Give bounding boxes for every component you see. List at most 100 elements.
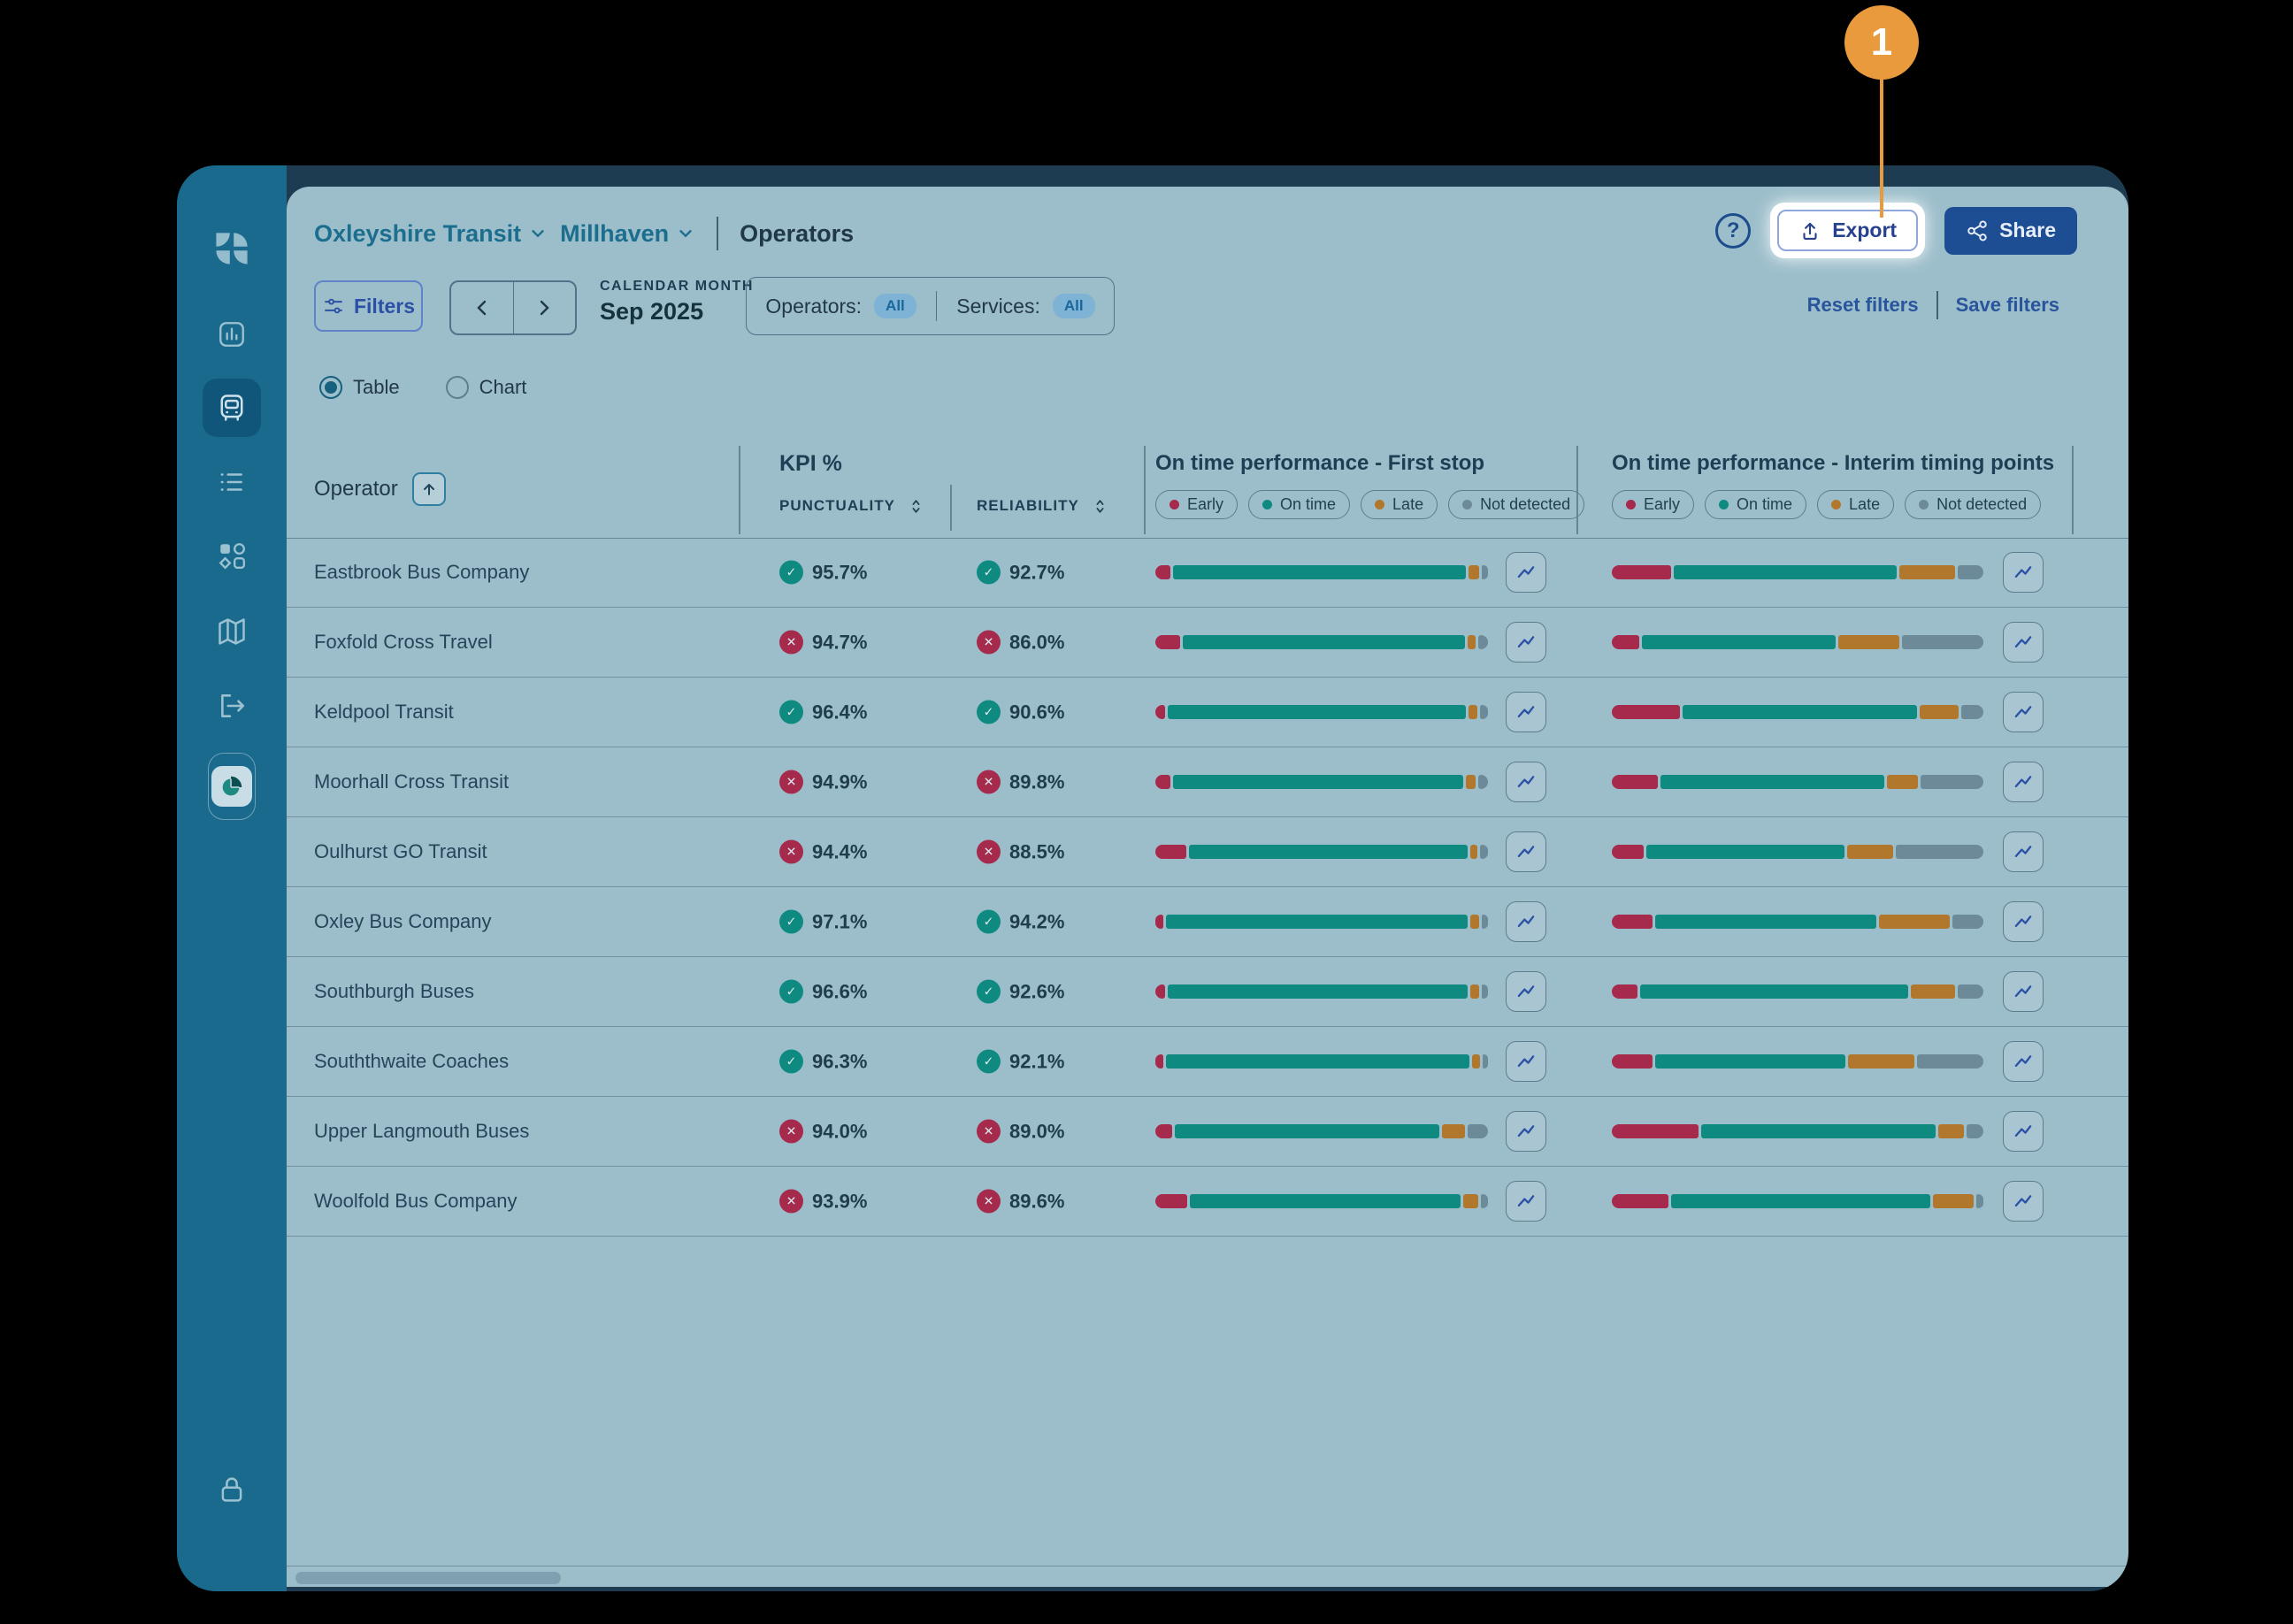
horizontal-scrollbar xyxy=(287,1566,2128,1588)
first-stop-trend-button[interactable] xyxy=(1506,1111,1546,1152)
operator-name: Keldpool Transit xyxy=(314,701,454,724)
horizontal-scrollbar-thumb[interactable] xyxy=(295,1572,561,1584)
otp-segment-not-detected xyxy=(1967,1124,1983,1138)
logout-icon xyxy=(217,691,247,721)
table-row[interactable]: Moorhall Cross Transit ✕ 94.9% ✕ 89.8% xyxy=(287,747,2128,817)
table-row[interactable]: Oxley Bus Company ✓ 97.1% ✓ 94.2% xyxy=(287,887,2128,957)
sidebar-item-partner-app[interactable] xyxy=(203,757,261,816)
first-stop-trend-button[interactable] xyxy=(1506,1041,1546,1082)
interim-trend-button[interactable] xyxy=(2003,1181,2044,1222)
otp-segment-on-time xyxy=(1683,705,1917,719)
otp-segment-on-time xyxy=(1701,1124,1936,1138)
otp-segment-not-detected xyxy=(1482,565,1488,579)
operators-scope-label: Operators: xyxy=(765,295,862,318)
trend-line-icon xyxy=(1515,980,1538,1003)
sidebar-item-dashboard[interactable] xyxy=(203,305,261,364)
first-stop-trend-button[interactable] xyxy=(1506,552,1546,593)
reliability-value: 90.6% xyxy=(1009,701,1064,724)
interim-trend-button[interactable] xyxy=(2003,552,2044,593)
first-stop-trend-button[interactable] xyxy=(1506,901,1546,942)
early-dot-icon xyxy=(1170,500,1179,509)
first-stop-trend-button[interactable] xyxy=(1506,692,1546,732)
export-button[interactable]: Export xyxy=(1777,210,1918,251)
otp-segment-early xyxy=(1155,705,1165,719)
interim-trend-button[interactable] xyxy=(2003,1111,2044,1152)
save-filters-link[interactable]: Save filters xyxy=(1938,294,2077,317)
otp-segment-early xyxy=(1155,1124,1172,1138)
table-row[interactable]: Keldpool Transit ✓ 96.4% ✓ 90.6% xyxy=(287,678,2128,747)
legend-pill-on-time: On time xyxy=(1705,490,1806,519)
first-stop-otp-bar xyxy=(1155,915,1488,929)
breadcrumb-area-select[interactable]: Millhaven xyxy=(560,220,695,248)
reliability-sort-button[interactable] xyxy=(1092,498,1108,515)
late-dot-icon xyxy=(1831,500,1841,509)
interim-trend-button[interactable] xyxy=(2003,901,2044,942)
legend-pill-late: Late xyxy=(1817,490,1894,519)
sidebar-lock-button[interactable] xyxy=(203,1460,261,1519)
sidebar-item-operators[interactable] xyxy=(203,379,261,437)
otp-segment-early xyxy=(1155,1054,1163,1069)
operator-name: Upper Langmouth Buses xyxy=(314,1120,529,1143)
sidebar-item-categories[interactable] xyxy=(203,526,261,585)
otp-segment-late xyxy=(1938,1124,1964,1138)
interim-otp-bar xyxy=(1612,845,1983,859)
scope-summary[interactable]: Operators: All Services: All xyxy=(746,277,1115,335)
previous-month-button[interactable] xyxy=(451,282,514,333)
interim-trend-button[interactable] xyxy=(2003,692,2044,732)
otp-segment-on-time xyxy=(1190,1194,1461,1208)
legend-pill-not-detected: Not detected xyxy=(1448,490,1584,519)
share-button[interactable]: Share xyxy=(1944,207,2077,255)
table-row[interactable]: Souththwaite Coaches ✓ 96.3% ✓ 92.1% xyxy=(287,1027,2128,1097)
interim-trend-button[interactable] xyxy=(2003,831,2044,872)
first-stop-trend-button[interactable] xyxy=(1506,622,1546,663)
callout-pointer-line xyxy=(1880,78,1883,218)
interim-otp-bar xyxy=(1612,984,1983,999)
sliders-icon xyxy=(322,295,345,318)
first-stop-trend-button[interactable] xyxy=(1506,971,1546,1012)
interim-trend-button[interactable] xyxy=(2003,622,2044,663)
app-logo-icon xyxy=(203,219,261,278)
sidebar-item-map[interactable] xyxy=(203,602,261,661)
sidebar-item-logout[interactable] xyxy=(203,677,261,735)
filters-button[interactable]: Filters xyxy=(314,280,423,332)
trend-line-icon xyxy=(2012,701,2035,724)
table-row[interactable]: Woolfold Bus Company ✕ 93.9% ✕ 89.6% xyxy=(287,1167,2128,1237)
bar-chart-icon xyxy=(217,319,247,349)
punctuality-cell: ✕ 94.9% xyxy=(779,770,867,794)
table-row[interactable]: Upper Langmouth Buses ✕ 94.0% ✕ 89.0% xyxy=(287,1097,2128,1167)
first-stop-trend-button[interactable] xyxy=(1506,762,1546,802)
interim-trend-button[interactable] xyxy=(2003,971,2044,1012)
interim-trend-button[interactable] xyxy=(2003,1041,2044,1082)
first-stop-trend-button[interactable] xyxy=(1506,1181,1546,1222)
sidebar-item-services-list[interactable] xyxy=(203,453,261,511)
table-row[interactable]: Oulhurst GO Transit ✕ 94.4% ✕ 88.5% xyxy=(287,817,2128,887)
view-toggle-table[interactable]: Table xyxy=(314,375,405,400)
otp-segment-late xyxy=(1470,915,1478,929)
operator-sort-button[interactable] xyxy=(412,472,446,506)
trend-line-icon xyxy=(2012,631,2035,654)
punctuality-sort-button[interactable] xyxy=(908,498,924,515)
otp-segment-not-detected xyxy=(1921,775,1983,789)
callout-step-badge: 1 xyxy=(1844,5,1919,80)
table-header: Operator KPI % PUNCTUALITY RELI xyxy=(287,439,2128,539)
reliability-value: 92.1% xyxy=(1009,1050,1064,1073)
otp-segment-not-detected xyxy=(1902,635,1983,649)
reliability-value: 89.8% xyxy=(1009,770,1064,793)
otp-segment-on-time xyxy=(1674,565,1897,579)
share-icon xyxy=(1966,219,1989,242)
first-stop-otp-bar xyxy=(1155,1194,1488,1208)
table-row[interactable]: Foxfold Cross Travel ✕ 94.7% ✕ 86.0% xyxy=(287,608,2128,678)
reset-filters-link[interactable]: Reset filters xyxy=(1790,294,1936,317)
view-toggle-chart-label: Chart xyxy=(479,376,527,399)
punctuality-cell: ✕ 93.9% xyxy=(779,1190,867,1214)
view-toggle-chart[interactable]: Chart xyxy=(441,375,533,400)
table-row[interactable]: Southburgh Buses ✓ 96.6% ✓ 92.6% xyxy=(287,957,2128,1027)
table-row[interactable]: Eastbrook Bus Company ✓ 95.7% ✓ 92.7% xyxy=(287,538,2128,608)
next-month-button[interactable] xyxy=(514,282,576,333)
first-stop-trend-button[interactable] xyxy=(1506,831,1546,872)
interim-trend-button[interactable] xyxy=(2003,762,2044,802)
breadcrumb-network-select[interactable]: Oxleyshire Transit xyxy=(314,220,548,248)
breadcrumb-network-label: Oxleyshire Transit xyxy=(314,220,521,248)
calendar-month: CALENDAR MONTH Sep 2025 xyxy=(600,279,754,326)
help-button[interactable]: ? xyxy=(1715,213,1751,249)
